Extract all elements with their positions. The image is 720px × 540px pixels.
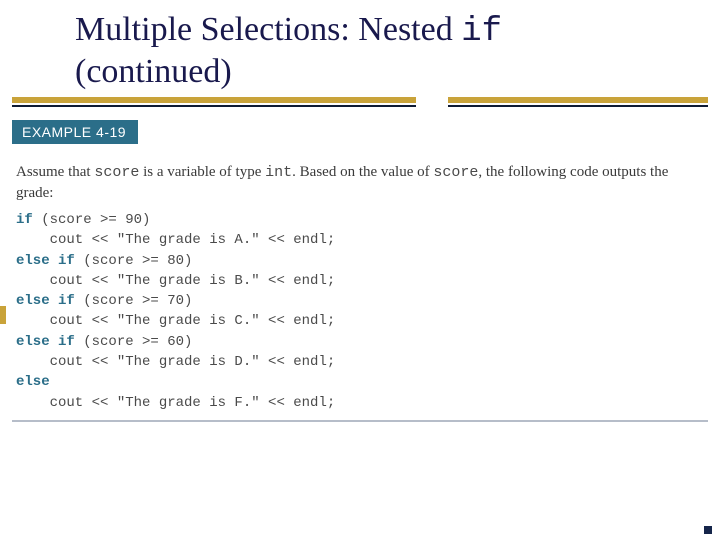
- kw-elseif-1: else if: [16, 253, 75, 269]
- code-l6: cout << "The grade is C." << endl;: [16, 313, 335, 329]
- lead-t2: is a variable of type: [139, 164, 265, 180]
- lead-m3: score: [433, 164, 478, 181]
- code-l5-rest: (score >= 70): [75, 293, 193, 309]
- rule-gold: [12, 97, 708, 103]
- title-mono-if: if: [461, 13, 502, 51]
- code-l2: cout << "The grade is A." << endl;: [16, 232, 335, 248]
- lead-m2: int: [265, 164, 292, 181]
- rule-notch: [416, 95, 448, 109]
- kw-elseif-2: else if: [16, 293, 75, 309]
- code-l7-rest: (score >= 60): [75, 334, 193, 350]
- lead-m1: score: [94, 164, 139, 181]
- kw-elseif-3: else if: [16, 334, 75, 350]
- code-l3-rest: (score >= 80): [75, 253, 193, 269]
- kw-else: else: [16, 374, 50, 390]
- lead-t3: . Based on the value of: [292, 164, 433, 180]
- slide-title: Multiple Selections: Nested if (continue…: [75, 10, 660, 91]
- code-l1-rest: (score >= 90): [33, 212, 151, 228]
- title-text-pre: Multiple Selections: Nested: [75, 11, 461, 48]
- lead-t1: Assume that: [16, 164, 94, 180]
- rule-dark: [12, 105, 708, 107]
- code-l10: cout << "The grade is F." << endl;: [16, 395, 335, 411]
- title-text-post: (continued): [75, 53, 232, 90]
- end-rule: [12, 420, 708, 422]
- corner-square-icon: [704, 526, 712, 534]
- example-banner: EXAMPLE 4-19: [12, 120, 138, 144]
- code-l8: cout << "The grade is D." << endl;: [16, 354, 335, 370]
- lead-paragraph: Assume that score is a variable of type …: [16, 162, 696, 204]
- left-gold-strip: [0, 306, 6, 324]
- code-block: if (score >= 90) cout << "The grade is A…: [16, 210, 696, 413]
- code-l4: cout << "The grade is B." << endl;: [16, 273, 335, 289]
- kw-if: if: [16, 212, 33, 228]
